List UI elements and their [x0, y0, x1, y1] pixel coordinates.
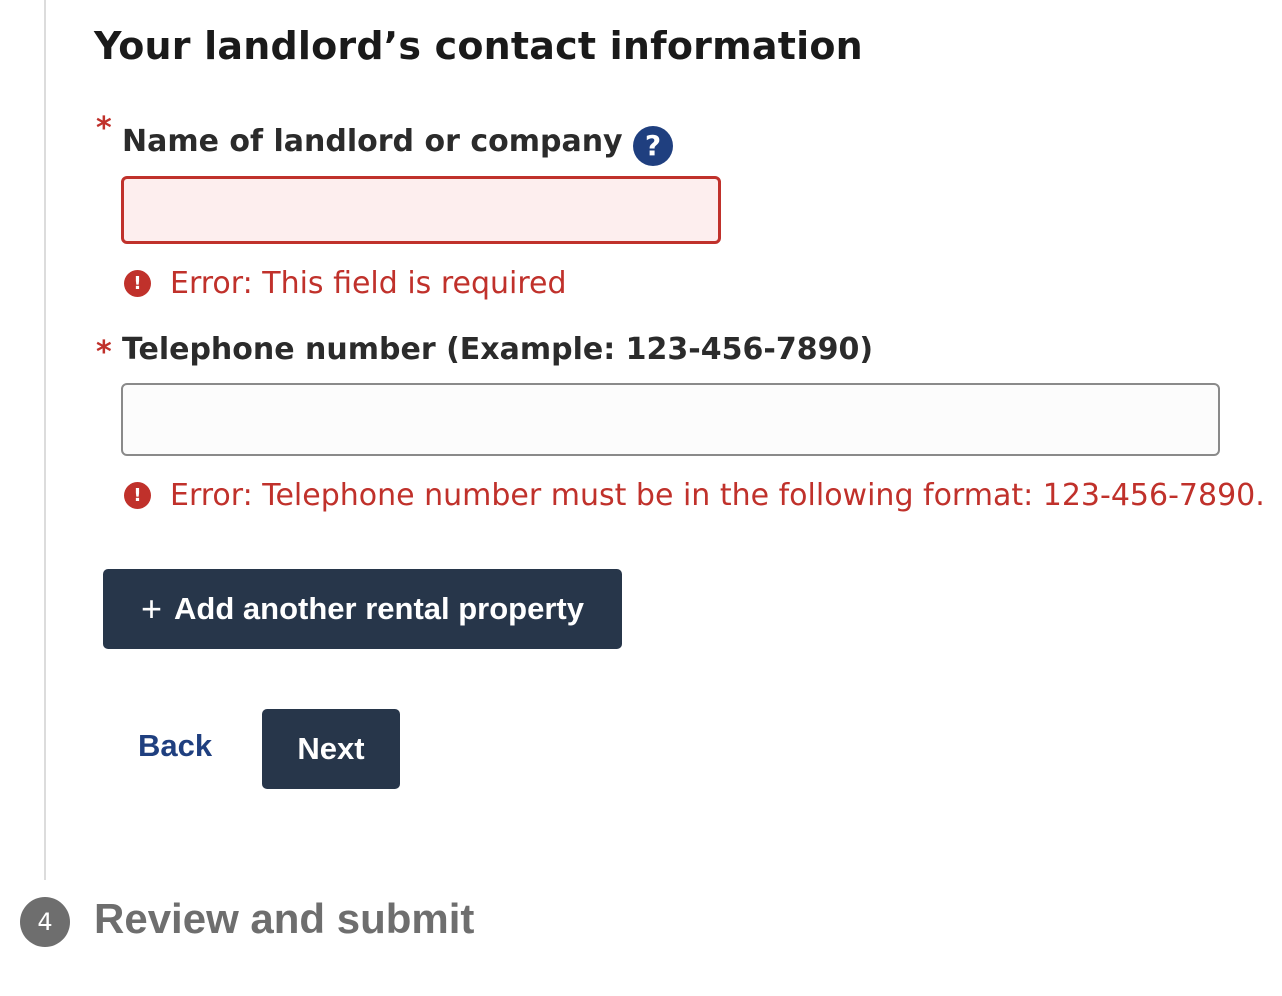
landlord-name-error: ! Error: This field is required — [124, 266, 567, 301]
add-rental-property-button[interactable]: + Add another rental property — [103, 569, 622, 649]
telephone-error: ! Error: Telephone number must be in the… — [124, 478, 1265, 513]
next-button[interactable]: Next — [262, 709, 400, 789]
landlord-name-error-text: Error: This field is required — [170, 266, 567, 301]
landlord-name-input[interactable] — [121, 176, 721, 244]
step-number-badge: 4 — [20, 897, 70, 947]
error-exclamation-icon: ! — [124, 482, 151, 509]
error-exclamation-icon: ! — [124, 270, 151, 297]
telephone-input[interactable] — [121, 383, 1220, 456]
plus-icon: + — [141, 588, 163, 629]
stepper-connector-line — [44, 0, 46, 880]
help-question-icon[interactable]: ? — [633, 126, 673, 166]
back-link[interactable]: Back — [138, 728, 212, 764]
required-asterisk: * — [96, 111, 112, 146]
required-asterisk: * — [96, 335, 112, 370]
landlord-name-label: Name of landlord or company — [122, 124, 623, 159]
section-title: Your landlord’s contact information — [94, 24, 863, 68]
add-rental-property-label: Add another rental property — [174, 591, 584, 626]
step-review-title: Review and submit — [94, 895, 475, 942]
telephone-error-text: Error: Telephone number must be in the f… — [170, 478, 1265, 513]
telephone-label: Telephone number (Example: 123-456-7890) — [122, 332, 874, 367]
